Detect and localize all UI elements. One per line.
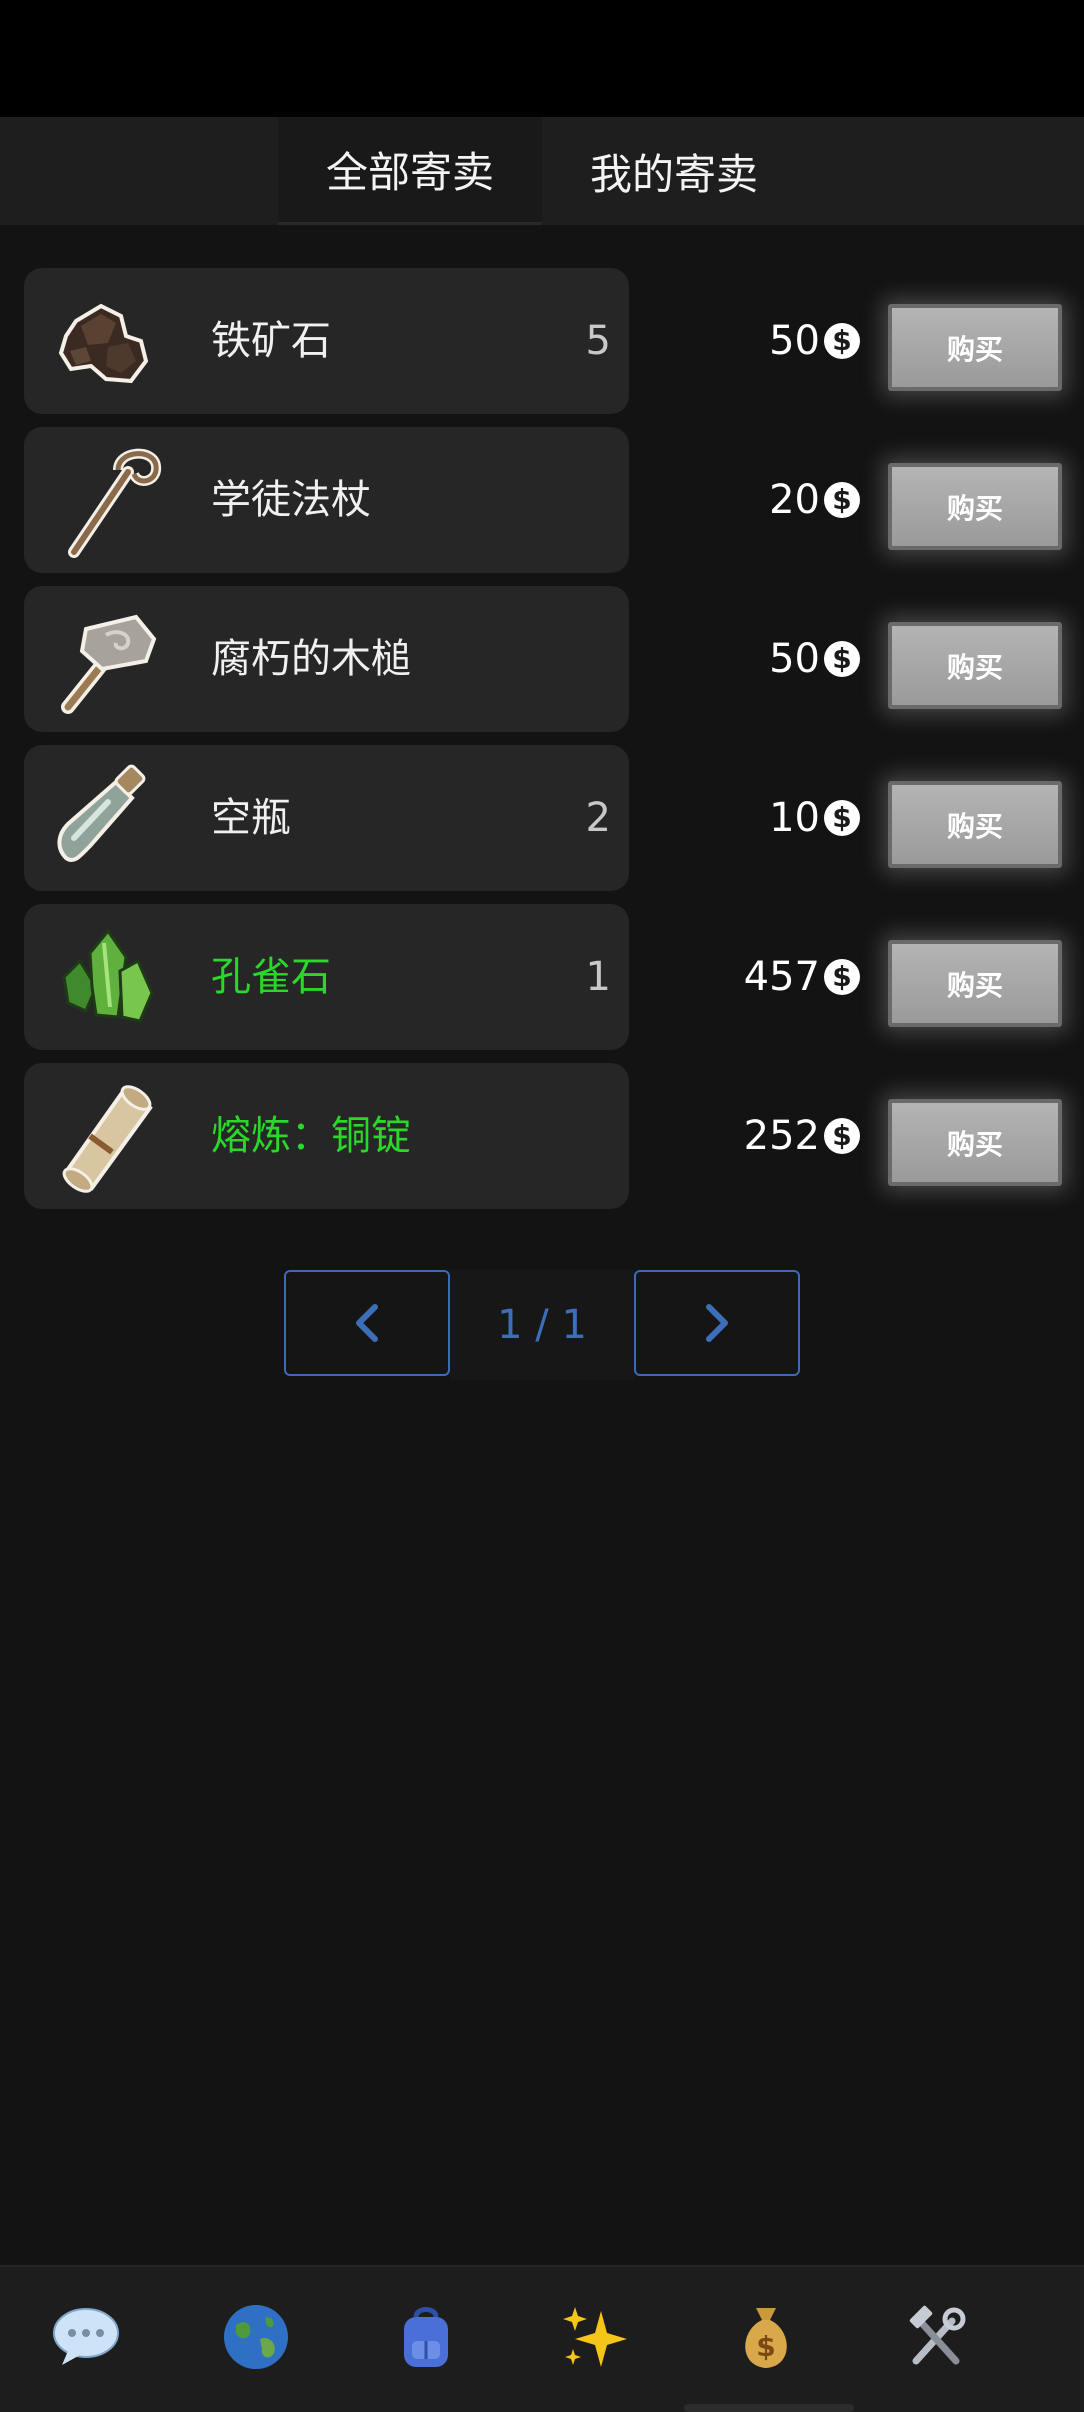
tab-all-consignments[interactable]: 全部寄卖 — [278, 117, 542, 225]
malachite-icon — [62, 928, 154, 1023]
item-quantity: 5 — [585, 318, 611, 364]
price-value: 457 — [743, 954, 820, 1000]
nav-market[interactable]: $ — [726, 2267, 806, 2407]
item-price: 50 $ — [769, 586, 860, 732]
nav-crafting[interactable] — [896, 2267, 976, 2407]
coin-icon: $ — [824, 641, 860, 677]
nav-world[interactable] — [216, 2267, 296, 2407]
money-bag-icon: $ — [745, 2308, 787, 2368]
svg-text:$: $ — [756, 2330, 775, 2363]
empty-bottle-icon — [57, 764, 146, 863]
iron-ore-icon — [58, 303, 149, 384]
buy-button[interactable]: 购买 — [888, 622, 1062, 709]
buy-button[interactable]: 购买 — [888, 304, 1062, 391]
list-item: 孔雀石 1 457 $ 购买 — [0, 904, 1084, 1050]
nav-skills[interactable] — [556, 2267, 636, 2407]
item-card[interactable]: 铁矿石 5 — [24, 268, 629, 414]
list-item: 空瓶 2 10 $ 购买 — [0, 745, 1084, 891]
item-card[interactable]: 腐朽的木槌 — [24, 586, 629, 732]
item-name: 铁矿石 — [211, 318, 331, 364]
item-price: 20 $ — [769, 427, 860, 573]
item-card[interactable]: 空瓶 2 — [24, 745, 629, 891]
nav-backpack[interactable] — [386, 2267, 466, 2407]
coin-icon: $ — [824, 800, 860, 836]
page-indicator: 1 / 1 — [450, 1270, 634, 1380]
coin-icon: $ — [824, 323, 860, 359]
next-page-button[interactable] — [634, 1270, 800, 1376]
price-value: 20 — [769, 477, 820, 523]
buy-button[interactable]: 购买 — [888, 940, 1062, 1027]
scroll-icon — [62, 1085, 153, 1193]
list-item: 腐朽的木槌 50 $ 购买 — [0, 586, 1084, 732]
buy-button[interactable]: 购买 — [888, 781, 1062, 868]
item-card[interactable]: 熔炼：铜锭 — [24, 1063, 629, 1209]
apprentice-staff-icon — [68, 448, 162, 558]
chat-icon — [53, 2308, 119, 2365]
buy-button[interactable]: 购买 — [888, 463, 1062, 550]
item-price: 10 $ — [769, 745, 860, 891]
item-name: 学徒法杖 — [211, 477, 371, 523]
list-item: 铁矿石 5 50 $ 购买 — [0, 268, 1084, 414]
price-value: 10 — [769, 795, 820, 841]
item-name: 腐朽的木槌 — [211, 636, 411, 682]
status-bar — [0, 0, 1084, 117]
buy-button[interactable]: 购买 — [888, 1099, 1062, 1186]
price-value: 252 — [743, 1113, 820, 1159]
item-price: 50 $ — [769, 268, 860, 414]
item-name: 孔雀石 — [211, 954, 331, 1000]
item-card[interactable]: 孔雀石 1 — [24, 904, 629, 1050]
item-quantity: 2 — [585, 795, 611, 841]
tools-icon — [909, 2305, 966, 2365]
coin-icon: $ — [824, 482, 860, 518]
coin-icon: $ — [824, 959, 860, 995]
nav-chat[interactable] — [46, 2267, 126, 2407]
tab-bar: 全部寄卖 我的寄卖 — [0, 117, 1084, 225]
chevron-left-icon — [356, 1304, 378, 1342]
item-price: 457 $ — [744, 904, 860, 1050]
list-item: 熔炼：铜锭 252 $ 购买 — [0, 1063, 1084, 1209]
price-value: 50 — [769, 318, 820, 364]
chevron-right-icon — [706, 1304, 728, 1342]
item-name: 熔炼：铜锭 — [211, 1113, 411, 1159]
item-quantity: 1 — [585, 954, 611, 1000]
price-value: 50 — [769, 636, 820, 682]
item-card[interactable]: 学徒法杖 — [24, 427, 629, 573]
coin-icon: $ — [824, 1118, 860, 1154]
sparkles-icon — [563, 2307, 627, 2367]
globe-icon — [224, 2305, 288, 2369]
bottom-navigation: $ — [0, 2265, 1084, 2412]
pagination: 1 / 1 — [284, 1270, 802, 1380]
item-price: 252 $ — [744, 1063, 860, 1209]
home-indicator — [684, 2404, 854, 2412]
backpack-icon — [404, 2307, 448, 2367]
previous-page-button[interactable] — [284, 1270, 450, 1376]
tab-my-consignments[interactable]: 我的寄卖 — [542, 117, 806, 225]
list-item: 学徒法杖 20 $ 购买 — [0, 427, 1084, 573]
rotten-mallet-icon — [61, 614, 157, 714]
item-name: 空瓶 — [211, 795, 291, 841]
